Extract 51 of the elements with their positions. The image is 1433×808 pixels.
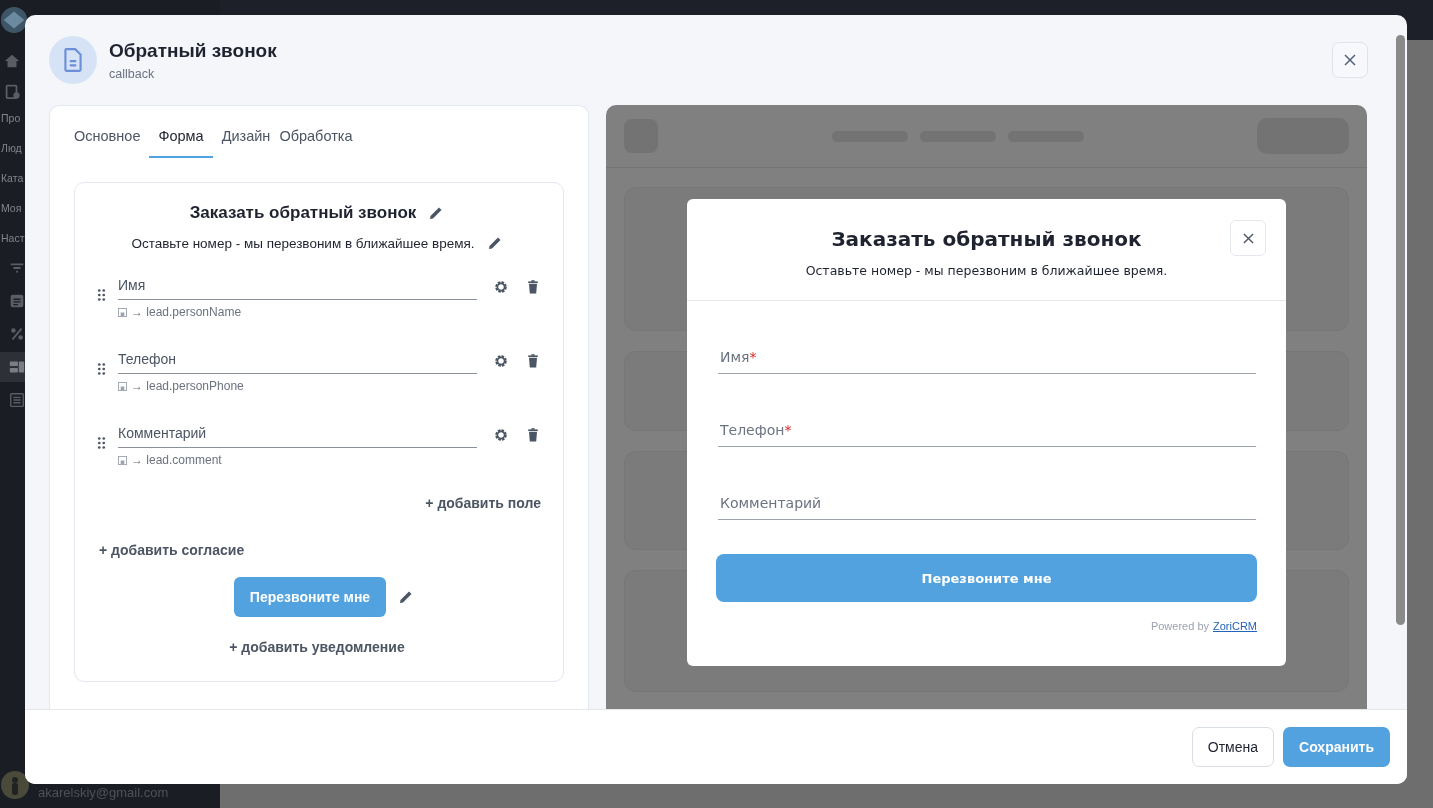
add-notification-link[interactable]: + добавить уведомление [229, 639, 405, 655]
add-consent-link[interactable]: + добавить согласие [99, 542, 245, 558]
sidebar-item[interactable]: Люд [0, 142, 22, 160]
sidebar-item[interactable]: Моя [0, 202, 22, 220]
home-icon[interactable] [3, 52, 21, 70]
trash-icon[interactable] [525, 427, 541, 443]
dialog-title: Обратный звонок [109, 39, 278, 62]
tab[interactable]: Дизайн [221, 116, 271, 158]
popup-title: Заказать обратный звонок [831, 227, 1142, 251]
drag-handle-icon[interactable] [97, 362, 106, 376]
close-button[interactable] [1230, 220, 1266, 256]
sidebar-item[interactable]: Наст [0, 232, 25, 250]
sidebar-item[interactable]: Про [0, 112, 21, 130]
close-icon [1344, 54, 1356, 66]
pencil-icon[interactable] [486, 235, 503, 251]
input-field[interactable]: Имя* [718, 337, 1256, 374]
settings-icon[interactable] [493, 279, 509, 295]
sidebar-item[interactable]: Ката [0, 172, 24, 190]
popup-subtitle: Оставьте номер - мы перезвоним в ближайшее время. [805, 263, 1168, 278]
input-field[interactable]: Телефон* [718, 410, 1256, 447]
document-icon [49, 36, 97, 84]
tab[interactable]: Обработка [279, 116, 353, 158]
input-field[interactable]: Комментарий [118, 421, 477, 448]
close-icon [1242, 232, 1254, 244]
tab[interactable]: Основное [74, 116, 141, 158]
drag-handle-icon[interactable] [97, 288, 106, 302]
field-binding: → lead.personPhone [131, 379, 244, 393]
input-field[interactable]: Комментарий [718, 483, 1256, 520]
form-subtitle: Оставьте номер - мы перезвоним в ближайшее время. [131, 235, 475, 251]
field-binding: → lead.personName [131, 305, 242, 319]
logo-icon [0, 6, 28, 34]
input-field[interactable]: Имя [118, 273, 477, 300]
tab[interactable]: Форма [149, 116, 213, 158]
brand-link[interactable]: ZoriCRM [1213, 620, 1257, 632]
field-binding: → lead.comment [131, 453, 222, 467]
form-title: Заказать обратный звонок [189, 203, 417, 223]
settings-icon[interactable] [493, 353, 509, 369]
powered-by-text: Powered by [1150, 620, 1209, 632]
avatar-icon[interactable] [0, 770, 30, 800]
percent-icon [8, 325, 26, 343]
trash-icon[interactable] [525, 353, 541, 369]
clipboard-icon[interactable] [3, 82, 21, 100]
input-field[interactable]: Телефон [118, 347, 477, 374]
cancel-button[interactable]: Отмена [1191, 727, 1275, 767]
drag-handle-icon[interactable] [97, 436, 106, 450]
add-field-link[interactable]: + добавить поле [425, 495, 541, 511]
dialog-subtitle: callback [109, 66, 156, 81]
list-icon [8, 391, 26, 409]
settings-icon[interactable] [493, 427, 509, 443]
trash-icon[interactable] [525, 279, 541, 295]
document-icon [8, 292, 26, 310]
